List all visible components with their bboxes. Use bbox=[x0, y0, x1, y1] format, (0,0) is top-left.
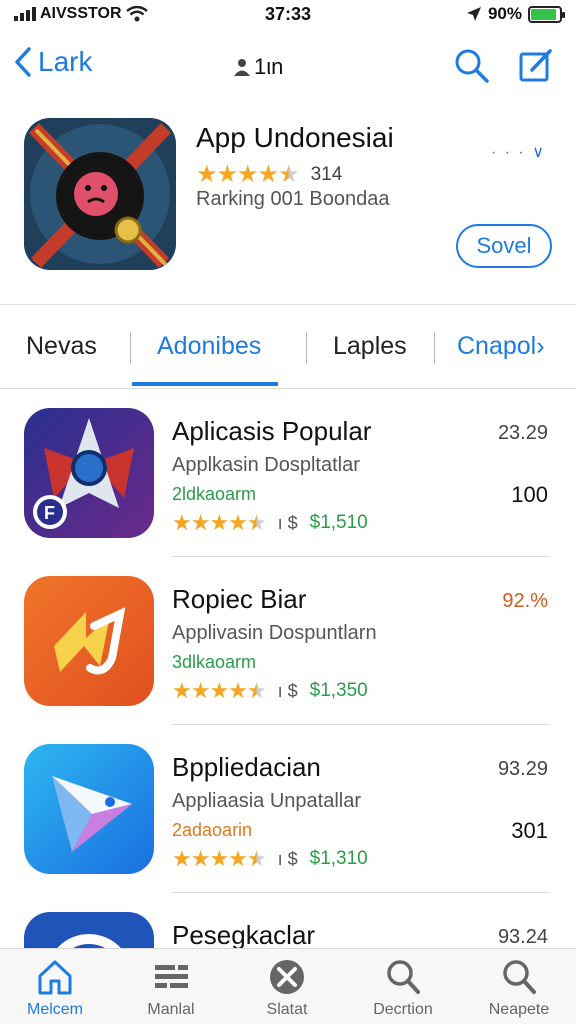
row-divider bbox=[172, 724, 550, 725]
home-icon bbox=[38, 960, 72, 995]
app-subtitle: Applkasin Dospltatlar bbox=[172, 454, 360, 476]
back-button[interactable]: Lark bbox=[14, 46, 92, 78]
app-category: 2adaoarin bbox=[172, 820, 253, 840]
app-title: Pesegkaclar bbox=[172, 920, 316, 950]
star-rating: ★★★★★ bbox=[172, 678, 267, 703]
signal-icon bbox=[14, 7, 36, 21]
tab-label: Melcem bbox=[26, 1001, 83, 1018]
star-rating: ★★★★★ bbox=[172, 510, 267, 535]
tab-adonibes[interactable]: Adonibes bbox=[157, 332, 261, 361]
status-right: 90% bbox=[466, 4, 565, 24]
app-meta: ★★★★★ ı $ $1,510 bbox=[172, 510, 368, 536]
row-divider bbox=[172, 556, 550, 557]
app-category: 2ldkaoarm bbox=[172, 484, 257, 504]
app-price: $1,310 bbox=[309, 848, 368, 869]
tab-slatat[interactable]: Slatat bbox=[232, 957, 342, 1019]
save-button[interactable]: Sovel bbox=[456, 224, 552, 268]
app-score: 93.29 bbox=[497, 758, 548, 780]
featured-app[interactable]: App Undonesiai ★★★★★ 314 Rarking 001 Boo… bbox=[0, 116, 576, 306]
search-icon bbox=[387, 960, 420, 994]
back-label: Lark bbox=[38, 46, 93, 77]
app-meta: ★★★★★ ı $ $1,350 bbox=[172, 678, 368, 704]
category-tabs: Nevas Adonibes Laples Cnapol› bbox=[0, 316, 576, 388]
tab-laples[interactable]: Laples bbox=[333, 332, 407, 361]
tab-decrtion[interactable]: Decrtion bbox=[348, 957, 458, 1019]
divider bbox=[0, 388, 576, 389]
tab-nevas[interactable]: Nevas bbox=[26, 332, 97, 361]
wifi-icon bbox=[125, 6, 148, 22]
app-title: Bppliedacian bbox=[172, 752, 321, 782]
app-subtitle: Applivasin Dospuntlarn bbox=[172, 622, 377, 644]
star-rating: ★★★★★ bbox=[172, 846, 267, 871]
tab-separator bbox=[306, 332, 307, 364]
star-badge-icon bbox=[270, 960, 304, 994]
tab-neapete[interactable]: Neapete bbox=[464, 957, 574, 1019]
star-rating: ★★★★★ bbox=[196, 161, 300, 188]
app-price: $1,510 bbox=[309, 512, 368, 533]
tab-label: Slatat bbox=[266, 1001, 308, 1018]
carrier-label: AIVSSTOR bbox=[40, 5, 122, 22]
svg-text:F: F bbox=[44, 503, 55, 523]
app-meta: ★★★★★ ı $ $1,310 bbox=[172, 846, 368, 872]
app-category: 3dlkaoarm bbox=[172, 652, 257, 672]
tab-label: Manlal bbox=[147, 1001, 195, 1018]
featured-rating: ★★★★★ 314 bbox=[196, 160, 342, 189]
app-count: 100 bbox=[511, 482, 548, 507]
tab-label: Decrtion bbox=[373, 1001, 433, 1018]
compose-icon[interactable] bbox=[516, 46, 556, 86]
rating-count: 314 bbox=[310, 163, 343, 185]
app-score: 23.29 bbox=[497, 422, 548, 444]
meta-separator: ı $ bbox=[277, 848, 298, 869]
row-divider bbox=[172, 892, 550, 893]
tab-cnapol[interactable]: Cnapol› bbox=[457, 332, 545, 361]
play-arrow-icon bbox=[24, 744, 154, 874]
tab-list[interactable]: Manlal bbox=[116, 957, 226, 1019]
nav-center-label: 1ιn bbox=[254, 54, 284, 79]
nav-center: 1ιn bbox=[232, 54, 283, 80]
app-count: 301 bbox=[511, 818, 548, 843]
app-title: Aplicasis Popular bbox=[172, 416, 372, 446]
tab-label: Neapete bbox=[488, 1001, 550, 1018]
chevron-left-icon bbox=[15, 47, 31, 77]
person-icon bbox=[234, 59, 250, 76]
search-icon bbox=[503, 960, 536, 994]
lightning-icon bbox=[24, 576, 154, 706]
list-icon bbox=[155, 965, 188, 988]
list-item[interactable]: Bppliedacian Appliaasia Unpatallar 2adao… bbox=[0, 736, 576, 904]
battery-percent: 90% bbox=[487, 4, 522, 23]
more-button[interactable]: · · · ∨ bbox=[491, 142, 546, 162]
status-bar: AIVSSTOR 37:33 90% bbox=[0, 0, 576, 32]
meta-separator: ı $ bbox=[277, 680, 298, 701]
tab-separator bbox=[434, 332, 435, 364]
list-item[interactable]: Ropiec Biar Applivasin Dospuntlarn 3dlka… bbox=[0, 568, 576, 736]
app-score: 93.24 bbox=[497, 926, 548, 948]
tab-separator bbox=[130, 332, 131, 364]
game-character-icon bbox=[24, 118, 176, 270]
location-icon bbox=[466, 7, 481, 21]
active-tab-indicator bbox=[132, 382, 278, 386]
battery-fill bbox=[531, 8, 557, 20]
divider bbox=[0, 304, 576, 305]
app-score: 92.% bbox=[502, 590, 548, 612]
app-title: Ropiec Biar bbox=[172, 584, 307, 614]
list-item[interactable]: F Aplicasis Popular Applkasin Dospltatla… bbox=[0, 400, 576, 568]
carrier-group: AIVSSTOR bbox=[14, 5, 148, 23]
search-icon[interactable] bbox=[452, 46, 492, 86]
app-subtitle: Appliaasia Unpatallar bbox=[172, 790, 362, 812]
bottom-tab-bar: Melcem Manlal Slatat Decrtion Neapete bbox=[0, 948, 576, 1024]
navigation-bar: Lark 1ιn bbox=[0, 36, 576, 96]
rocket-icon: F bbox=[24, 408, 154, 538]
featured-subtitle: Rarking 001 Boondaa bbox=[196, 188, 390, 210]
featured-title: App Undonesiai bbox=[196, 122, 394, 153]
tab-home[interactable]: Melcem bbox=[0, 957, 110, 1019]
app-price: $1,350 bbox=[309, 680, 368, 701]
meta-separator: ı $ bbox=[277, 512, 298, 533]
battery-icon bbox=[528, 5, 565, 23]
